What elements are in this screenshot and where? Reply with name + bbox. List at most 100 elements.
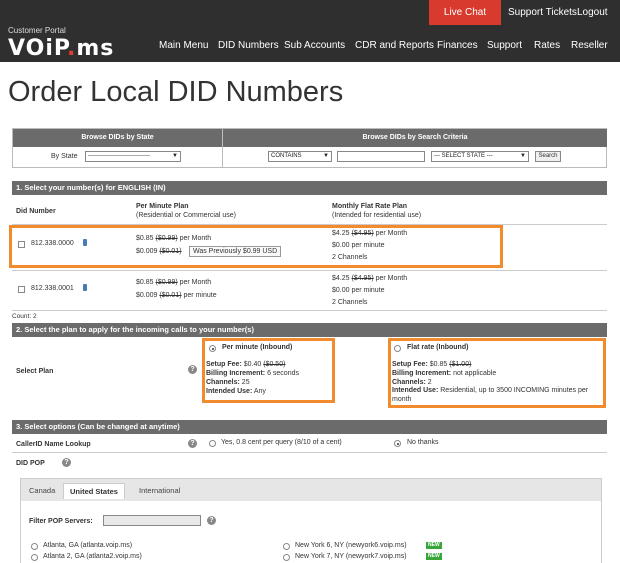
- old-price: ($1.00): [449, 361, 472, 368]
- nav-reseller[interactable]: Reseller: [571, 40, 608, 56]
- count-label: Count: 2: [12, 313, 37, 320]
- pop-server-label: New York 6, NY (newyork6.voip.ms): [295, 542, 407, 549]
- unit: per Month: [375, 275, 408, 282]
- contains-select[interactable]: CONTAINS ▼: [268, 151, 332, 162]
- use-label: Intended Use:: [392, 387, 439, 394]
- old-price: ($0.50): [263, 361, 286, 368]
- billing-label: Billing Increment:: [206, 370, 266, 377]
- help-icon[interactable]: ?: [188, 439, 197, 448]
- flat-channels: 2 Channels: [332, 299, 368, 306]
- section-3-title: 3. Select options (Can be changed at any…: [12, 420, 607, 434]
- filter-pop-label: Filter POP Servers:: [29, 518, 93, 525]
- per-minute-title: Per minute (Inbound): [222, 344, 293, 351]
- state-select-value: -------------------------------: [88, 153, 150, 159]
- billing-value: 6 seconds: [267, 370, 299, 377]
- live-chat-button[interactable]: Live Chat: [429, 0, 501, 25]
- state-select[interactable]: ------------------------------- ▼: [85, 151, 181, 162]
- old-price: ($0.01): [159, 292, 182, 299]
- price: $0.40: [243, 361, 262, 368]
- channels-value: 25: [241, 379, 250, 386]
- nav-cdr-reports[interactable]: CDR and Reports: [355, 40, 434, 56]
- did-checkbox[interactable]: [18, 286, 25, 293]
- criteria-state-select-value: --- SELECT STATE ---: [434, 153, 493, 159]
- brand-logo[interactable]: VOiP.ms: [8, 36, 114, 61]
- pop-radio[interactable]: [31, 554, 38, 561]
- criteria-state-select[interactable]: --- SELECT STATE --- ▼: [431, 151, 529, 162]
- browse-panel: Browse DIDs by State Browse DIDs by Sear…: [12, 128, 607, 168]
- old-price: ($4.95): [351, 275, 374, 282]
- per-minute-monthly: $0.85 ($0.99) per Month: [136, 277, 211, 288]
- flat-rate-radio[interactable]: [394, 345, 401, 352]
- search-button[interactable]: Search: [535, 151, 561, 162]
- pop-radio[interactable]: [31, 543, 38, 550]
- nav-sub-accounts[interactable]: Sub Accounts: [284, 40, 345, 56]
- pop-server-label: New York 7, NY (newyork7.voip.ms): [295, 553, 407, 560]
- flat-rate-title: Flat rate (Inbound): [407, 344, 469, 351]
- nav-main-menu[interactable]: Main Menu: [159, 40, 208, 56]
- brand-logo-a: VOiP: [8, 36, 67, 61]
- browse-divider: [222, 129, 223, 167]
- channels-label: Channels:: [206, 379, 240, 386]
- chevron-down-icon: ▼: [520, 153, 526, 159]
- divider: [12, 310, 607, 311]
- price: $4.25: [332, 275, 350, 282]
- unit: per minute: [183, 292, 217, 299]
- tab-international[interactable]: International: [133, 483, 186, 499]
- callerid-yes-radio[interactable]: [209, 440, 216, 447]
- nav-rates[interactable]: Rates: [534, 40, 560, 56]
- pop-server-label: Atlanta 2, GA (atlanta2.voip.ms): [43, 553, 142, 560]
- flat-monthly: $4.25 ($4.95) per Month: [332, 273, 407, 284]
- price: $0.85: [136, 279, 154, 286]
- per-minute-radio[interactable]: [209, 345, 216, 352]
- logout-link[interactable]: Logout: [577, 0, 608, 25]
- setup-label: Setup Fee:: [392, 361, 428, 368]
- tab-canada[interactable]: Canada: [23, 483, 61, 499]
- col-did-number: Did Number: [16, 208, 56, 215]
- col-flat-rate-sub: (Intended for residential use): [332, 212, 422, 219]
- nav-finances[interactable]: Finances: [437, 40, 478, 56]
- col-per-minute: Per Minute Plan: [136, 203, 189, 210]
- section-2-title: 2. Select the plan to apply for the inco…: [12, 323, 607, 337]
- help-icon[interactable]: ?: [62, 458, 71, 467]
- divider: [12, 270, 607, 271]
- brand-logo-dot: .: [66, 36, 77, 61]
- section-1-title: 1. Select your number(s) for ENGLISH (IN…: [12, 181, 607, 195]
- help-icon[interactable]: ?: [207, 516, 216, 525]
- price: $0.009: [136, 292, 158, 299]
- filter-pop-input[interactable]: [103, 515, 201, 526]
- per-minute-rate: $0.009 ($0.01) per minute: [136, 290, 217, 301]
- tab-united-states[interactable]: United States: [63, 483, 125, 499]
- pm-intended-use: Intended Use: Any: [206, 386, 266, 397]
- fr-intended-use: Intended Use: Residential, up to 3500 IN…: [392, 386, 604, 404]
- new-badge: NEW: [426, 553, 442, 560]
- callerid-no-radio[interactable]: [394, 440, 401, 447]
- pop-radio[interactable]: [283, 554, 290, 561]
- help-icon[interactable]: ?: [188, 365, 197, 374]
- nav-did-numbers[interactable]: DID Numbers: [218, 40, 279, 56]
- browse-by-criteria-header: Browse DIDs by Search Criteria: [223, 129, 607, 147]
- callerid-no-label: No thanks: [407, 439, 439, 446]
- callerid-label: CallerID Name Lookup: [16, 441, 91, 448]
- chevron-down-icon: ▼: [323, 153, 329, 159]
- chevron-down-icon: ▼: [172, 153, 178, 159]
- billing-value: not applicable: [453, 370, 497, 377]
- by-state-label: By State: [51, 153, 78, 160]
- nav-support[interactable]: Support: [487, 40, 522, 56]
- page-title: Order Local DID Numbers: [8, 76, 344, 108]
- flat-per-minute: $0.00 per minute: [332, 287, 385, 294]
- contains-select-value: CONTAINS: [271, 153, 302, 159]
- support-tickets-link[interactable]: Support Tickets: [508, 0, 577, 25]
- select-plan-label: Select Plan: [16, 368, 54, 375]
- brand-caption: Customer Portal: [8, 26, 66, 35]
- channels-label: Channels:: [392, 379, 426, 386]
- pop-radio[interactable]: [283, 543, 290, 550]
- setup-label: Setup Fee:: [206, 361, 242, 368]
- unit: per Month: [179, 279, 212, 286]
- did-pop-label: DID POP: [16, 460, 45, 467]
- price: $0.85: [429, 361, 448, 368]
- top-bar: Customer Portal VOiP.ms Live Chat Suppor…: [0, 0, 620, 62]
- sim-icon: [83, 284, 87, 291]
- search-criteria-input[interactable]: [337, 151, 425, 162]
- old-price: ($0.99): [155, 279, 178, 286]
- new-badge: NEW: [426, 542, 442, 549]
